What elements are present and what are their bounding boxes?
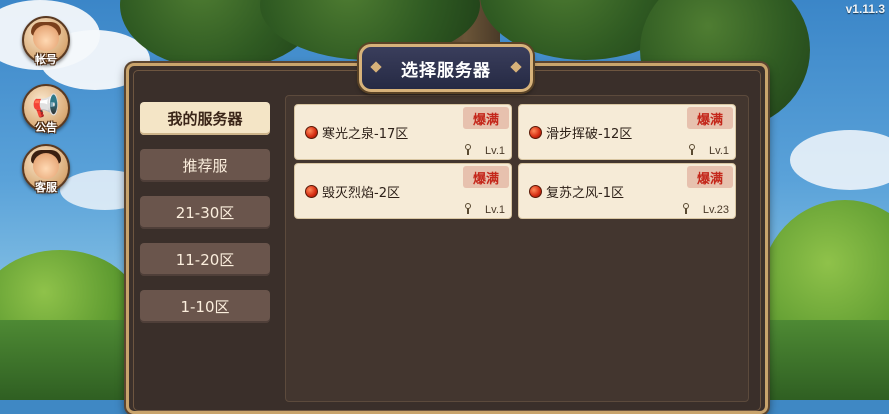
tab-my-servers[interactable]: 我的服务器	[140, 102, 270, 135]
server-card[interactable]: 毁灭烈焰-2区 爆满 Lv.1	[294, 163, 512, 219]
server-name: 寒光之泉-17区	[322, 127, 409, 142]
server-card[interactable]: 寒光之泉-17区 爆满 Lv.1	[294, 104, 512, 160]
character-level: Lv.1	[709, 145, 729, 157]
support-avatar-icon	[33, 153, 59, 179]
status-full-icon	[305, 185, 318, 198]
character-level: Lv.1	[485, 145, 505, 157]
support-label: 客服	[35, 181, 57, 194]
status-full-icon	[529, 185, 542, 198]
server-name: 滑步挥破-12区	[546, 127, 633, 142]
dialog-title: 选择服务器	[401, 60, 491, 81]
status-badge: 爆满	[463, 166, 509, 188]
diamond-ornament-icon	[510, 61, 522, 73]
status-full-icon	[529, 126, 542, 139]
keyhole-icon	[687, 144, 697, 156]
megaphone-icon: 📢	[32, 94, 60, 119]
tab-zone-21-30[interactable]: 21-30区	[140, 196, 270, 229]
character-level: Lv.23	[702, 204, 729, 216]
tab-zone-1-10[interactable]: 1-10区	[140, 290, 270, 323]
character-level: Lv.1	[485, 204, 505, 216]
tab-recommended[interactable]: 推荐服	[140, 149, 270, 182]
account-label: 帐号	[35, 53, 57, 66]
dialog-title-plate: 选择服务器	[359, 44, 533, 92]
server-name: 毁灭烈焰-2区	[322, 186, 400, 201]
keyhole-icon	[681, 203, 691, 215]
keyhole-icon	[463, 203, 473, 215]
server-card[interactable]: 滑步挥破-12区 爆满 Lv.1	[518, 104, 736, 160]
server-name: 复苏之风-1区	[546, 186, 624, 201]
server-list: 寒光之泉-17区 爆满 Lv.1 滑步挥破-12区 爆满 Lv.1 毁灭烈焰-2…	[285, 95, 749, 402]
notice-label: 公告	[35, 121, 57, 134]
diamond-ornament-icon	[370, 61, 382, 73]
account-avatar-icon	[33, 25, 59, 51]
status-full-icon	[305, 126, 318, 139]
version-label: v1.11.3	[845, 2, 885, 16]
tab-zone-11-20[interactable]: 11-20区	[140, 243, 270, 276]
keyhole-icon	[463, 144, 473, 156]
support-button[interactable]: 客服	[22, 144, 70, 194]
server-card[interactable]: 复苏之风-1区 爆满 Lv.23	[518, 163, 736, 219]
account-button[interactable]: 帐号	[22, 16, 70, 66]
status-badge: 爆满	[687, 166, 733, 188]
status-badge: 爆满	[463, 107, 509, 129]
status-badge: 爆满	[687, 107, 733, 129]
notice-button[interactable]: 📢 公告	[22, 84, 70, 134]
